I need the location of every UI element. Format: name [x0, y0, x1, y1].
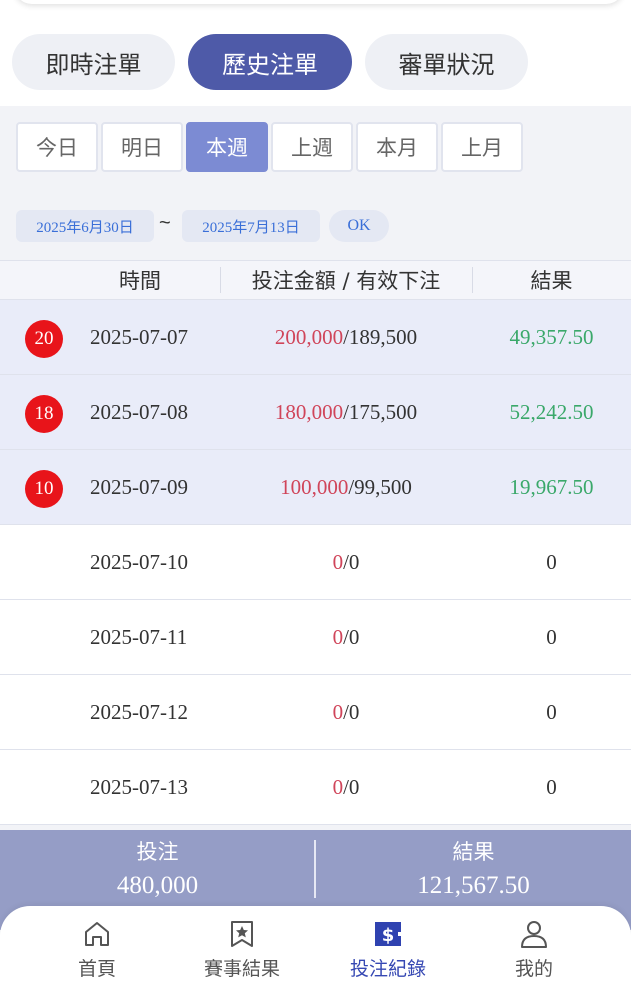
period-this-week[interactable]: 本週 [186, 122, 268, 172]
row-result: 0 [546, 700, 557, 724]
summary-result-value: 121,567.50 [417, 872, 530, 899]
start-date-picker[interactable]: 2025年6月30日 [16, 210, 154, 242]
row-bet-amount: 0 [332, 625, 344, 649]
row-result: 0 [546, 775, 557, 799]
period-last-week[interactable]: 上週 [271, 122, 353, 172]
bet-count-badge: 18 [25, 395, 63, 433]
summary-result: 結果 121,567.50 [316, 830, 631, 900]
summary-bet: 投注 480,000 [0, 830, 315, 900]
top-strip [14, 0, 624, 4]
nav-home-label: 首頁 [77, 958, 116, 980]
nav-results[interactable]: 賽事結果 [167, 918, 317, 998]
svg-text:$: $ [382, 925, 395, 946]
row-effective-amount: /0 [343, 625, 360, 649]
table-row[interactable]: 18 2025-07-08 180,000/175,500 52,242.50 [0, 375, 631, 450]
period-today[interactable]: 今日 [16, 122, 98, 172]
date-separator: ~ [159, 212, 171, 234]
row-amount: 200,000/189,500 [220, 300, 472, 375]
period-tomorrow[interactable]: 明日 [101, 122, 183, 172]
row-date: 2025-07-11 [90, 625, 188, 649]
row-date: 2025-07-12 [90, 700, 188, 724]
row-date: 2025-07-08 [90, 400, 188, 424]
row-amount: 0/0 [220, 750, 472, 825]
row-amount: 0/0 [220, 600, 472, 675]
row-amount: 180,000/175,500 [220, 375, 472, 450]
table-row: 2025-07-12 0/0 0 [0, 675, 631, 750]
row-bet-amount: 100,000 [280, 475, 349, 499]
nav-bet-records[interactable]: $ 投注紀錄 [313, 918, 463, 998]
row-bet-amount: 0 [332, 775, 344, 799]
top-panel: 即時注單 歷史注單 審單狀況 [0, 0, 631, 106]
row-bet-amount: 180,000 [274, 400, 344, 424]
nav-results-label: 賽事結果 [203, 958, 280, 980]
table-row: 2025-07-13 0/0 0 [0, 750, 631, 825]
row-amount: 100,000/99,500 [220, 450, 472, 525]
table-row[interactable]: 20 2025-07-07 200,000/189,500 49,357.50 [0, 300, 631, 375]
row-bet-amount: 0 [332, 700, 344, 724]
dollar-icon: $ [375, 922, 402, 946]
row-date: 2025-07-10 [90, 550, 188, 574]
table-row: 2025-07-11 0/0 0 [0, 600, 631, 675]
header-time: 時間 [119, 269, 161, 293]
row-amount: 0/0 [220, 525, 472, 600]
row-effective-amount: /99,500 [348, 475, 412, 499]
row-effective-amount: /0 [343, 700, 360, 724]
row-result: 52,242.50 [509, 400, 594, 424]
header-amount: 投注金額 / 有效下注 [251, 269, 441, 293]
bet-count-badge: 10 [25, 470, 63, 508]
row-date: 2025-07-13 [90, 775, 188, 799]
row-result: 0 [546, 625, 557, 649]
row-bet-amount: 0 [332, 550, 344, 574]
row-result: 0 [546, 550, 557, 574]
bet-count-badge: 20 [25, 320, 63, 358]
row-bet-amount: 200,000 [274, 325, 344, 349]
tab-history-bets[interactable]: 歷史注單 [188, 34, 352, 90]
period-last-month[interactable]: 上月 [441, 122, 523, 172]
nav-profile[interactable]: 我的 [459, 918, 609, 998]
row-effective-amount: /189,500 [343, 325, 418, 349]
row-effective-amount: /0 [343, 550, 360, 574]
row-effective-amount: /175,500 [343, 400, 418, 424]
tab-live-bets[interactable]: 即時注單 [12, 34, 175, 90]
header-result: 結果 [530, 269, 573, 293]
row-date: 2025-07-09 [90, 475, 188, 499]
table-row[interactable]: 10 2025-07-09 100,000/99,500 19,967.50 [0, 450, 631, 525]
tab-review-status[interactable]: 審單狀況 [365, 34, 528, 90]
summary-bet-label: 投注 [136, 840, 179, 864]
end-date-picker[interactable]: 2025年7月13日 [182, 210, 320, 242]
summary-bet-value: 480,000 [116, 872, 199, 899]
row-result: 19,967.50 [509, 475, 594, 499]
table-row: 2025-07-10 0/0 0 [0, 525, 631, 600]
bottom-nav: 首頁 賽事結果 $ 投注紀錄 我的 [0, 906, 631, 1000]
user-icon [521, 921, 547, 948]
nav-bet-records-label: 投注紀錄 [349, 958, 426, 980]
row-result: 49,357.50 [509, 325, 594, 349]
home-icon [85, 922, 109, 946]
row-amount: 0/0 [220, 675, 472, 750]
star-badge-icon [231, 921, 253, 947]
nav-home[interactable]: 首頁 [22, 918, 172, 998]
bet-history-table: 20 2025-07-07 200,000/189,500 49,357.50 … [0, 300, 631, 825]
period-this-month[interactable]: 本月 [356, 122, 438, 172]
ok-button[interactable]: OK [329, 210, 389, 242]
row-date: 2025-07-07 [90, 325, 188, 349]
nav-profile-label: 我的 [514, 958, 553, 980]
table-header: 時間 投注金額 / 有效下注 結果 [0, 260, 631, 300]
row-effective-amount: /0 [343, 775, 360, 799]
summary-result-label: 結果 [452, 840, 495, 864]
